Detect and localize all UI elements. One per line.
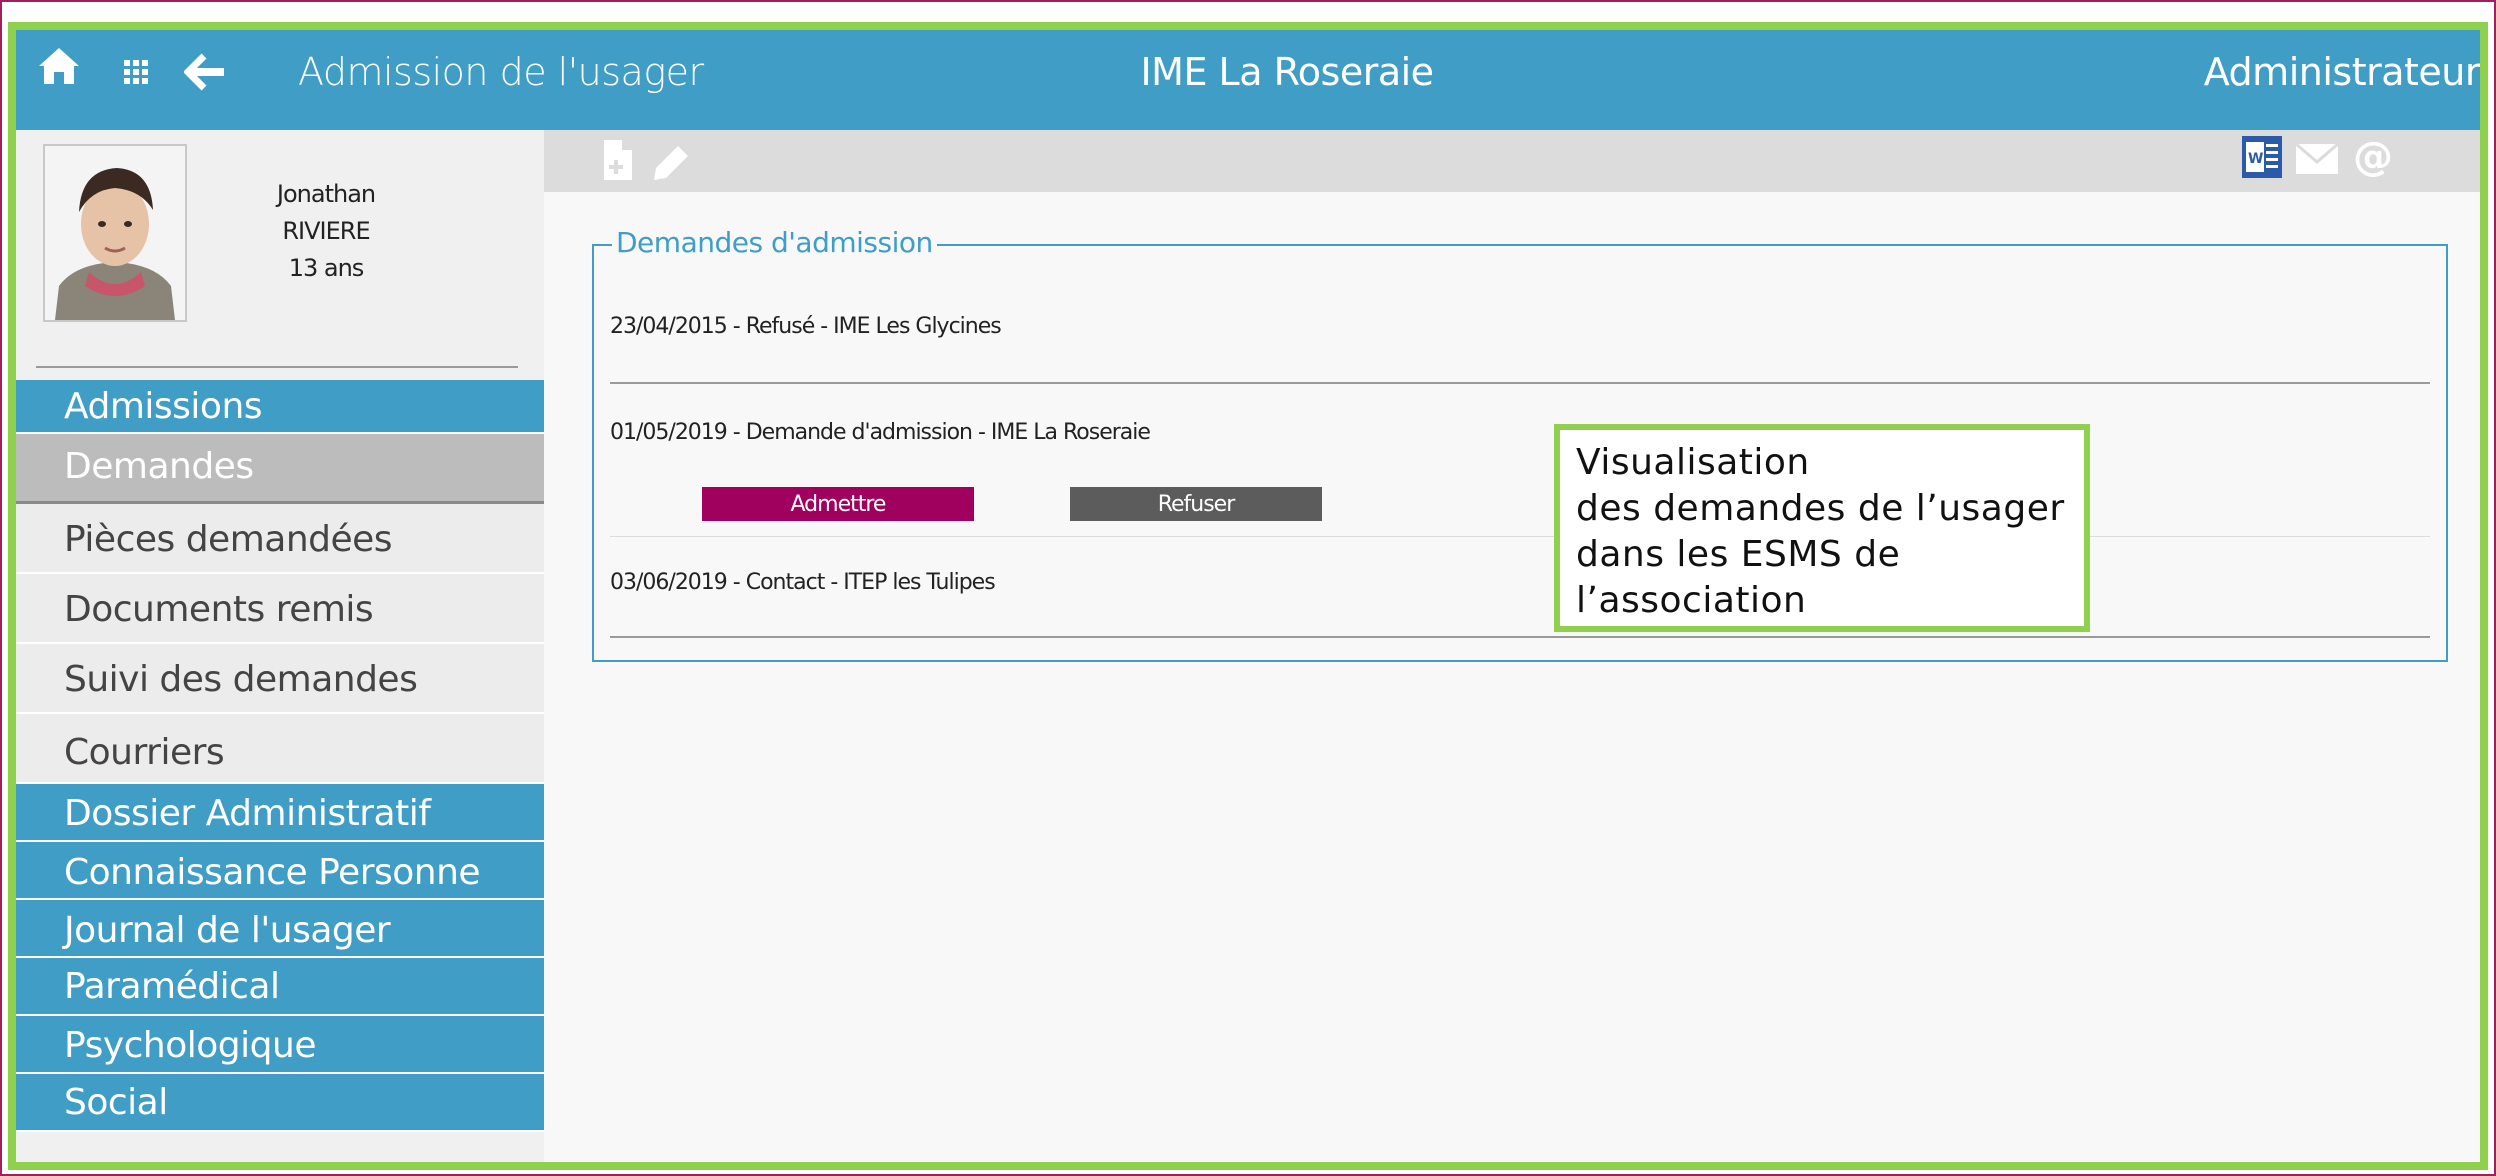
at-email-icon[interactable]: @ [2352, 134, 2394, 182]
svg-text:@: @ [2353, 136, 2393, 178]
edit-pencil-icon[interactable] [648, 138, 694, 188]
request-row[interactable]: 01/05/2019 - Demande d'admission - IME L… [610, 420, 1151, 445]
sidebar-item-dossier-administratif[interactable]: Dossier Administratif [16, 784, 544, 842]
sidebar-item-label: Social [64, 1082, 168, 1123]
left-panel: Jonathan RIVIERE 13 ans Admissions Deman… [16, 130, 544, 1162]
avatar [43, 144, 187, 322]
content-toolbar: W @ [544, 130, 2480, 192]
request-row[interactable]: 23/04/2015 - Refusé - IME Les Glycines [610, 314, 1002, 339]
sidebar-item-pieces-demandees[interactable]: Pièces demandées [16, 504, 544, 574]
new-document-icon[interactable] [602, 138, 634, 186]
user-last-name: RIVIERE [282, 217, 370, 245]
callout-line: Visualisation [1576, 442, 1810, 483]
user-first-name: Jonathan [276, 180, 376, 208]
sidebar-item-connaissance-personne[interactable]: Connaissance Personne [16, 842, 544, 900]
user-info: Jonathan RIVIERE 13 ans [226, 176, 426, 287]
establishment-name: IME La Roseraie [1140, 50, 1434, 94]
svg-text:W: W [2248, 151, 2263, 167]
user-age: 13 ans [288, 254, 365, 282]
sidebar-item-label: Admissions [64, 386, 263, 427]
sidebar-item-label: Journal de l'usager [64, 910, 391, 951]
divider [36, 366, 518, 368]
sidebar-item-suivi-demandes[interactable]: Suivi des demandes [16, 644, 544, 714]
sidebar-item-label: Pièces demandées [64, 519, 393, 560]
sidebar-item-journal-usager[interactable]: Journal de l'usager [16, 900, 544, 958]
highlight-frame: Admission de l'usager IME La Roseraie Ad… [8, 22, 2488, 1170]
sidebar-item-label: Paramédical [64, 966, 280, 1007]
sidebar-item-demandes[interactable]: Demandes [16, 434, 544, 504]
sidebar-item-documents-remis[interactable]: Documents remis [16, 574, 544, 644]
sidebar-item-psychologique[interactable]: Psychologique [16, 1016, 544, 1074]
requests-legend: Demandes d'admission [612, 226, 937, 259]
sidebar-item-label: Courriers [64, 732, 225, 773]
sidebar-menu: Admissions Demandes Pièces demandées Doc… [16, 380, 544, 1132]
sidebar-item-courriers[interactable]: Courriers [16, 714, 544, 784]
callout-line: dans les ESMS de [1576, 534, 1901, 575]
annotation-callout: Visualisation des demandes de l’usager d… [1554, 424, 2090, 632]
user-role[interactable]: Administrateur [2204, 50, 2480, 94]
mail-icon[interactable] [2295, 142, 2339, 178]
app-header: Admission de l'usager IME La Roseraie Ad… [16, 30, 2480, 130]
sidebar-item-label: Dossier Administratif [64, 793, 431, 834]
callout-line: l’association [1576, 580, 1807, 621]
sidebar-item-label: Demandes [64, 446, 254, 487]
sidebar-item-paramedical[interactable]: Paramédical [16, 958, 544, 1016]
row-divider [610, 382, 2430, 384]
sidebar-item-social[interactable]: Social [16, 1074, 544, 1132]
row-divider [610, 536, 2430, 537]
sidebar-item-label: Psychologique [64, 1025, 316, 1066]
admit-button[interactable]: Admettre [702, 487, 974, 521]
row-divider [610, 636, 2430, 638]
requests-fieldset [592, 244, 2448, 662]
refuse-button[interactable]: Refuser [1070, 487, 1322, 521]
word-export-icon[interactable]: W [2242, 136, 2282, 182]
sidebar-item-label: Documents remis [64, 589, 374, 630]
sidebar-item-label: Suivi des demandes [64, 659, 418, 700]
sidebar-item-admissions[interactable]: Admissions [16, 380, 544, 434]
sidebar-item-label: Connaissance Personne [64, 852, 481, 893]
callout-line: des demandes de l’usager [1576, 488, 2065, 529]
request-row[interactable]: 03/06/2019 - Contact - ITEP les Tulipes [610, 570, 996, 595]
